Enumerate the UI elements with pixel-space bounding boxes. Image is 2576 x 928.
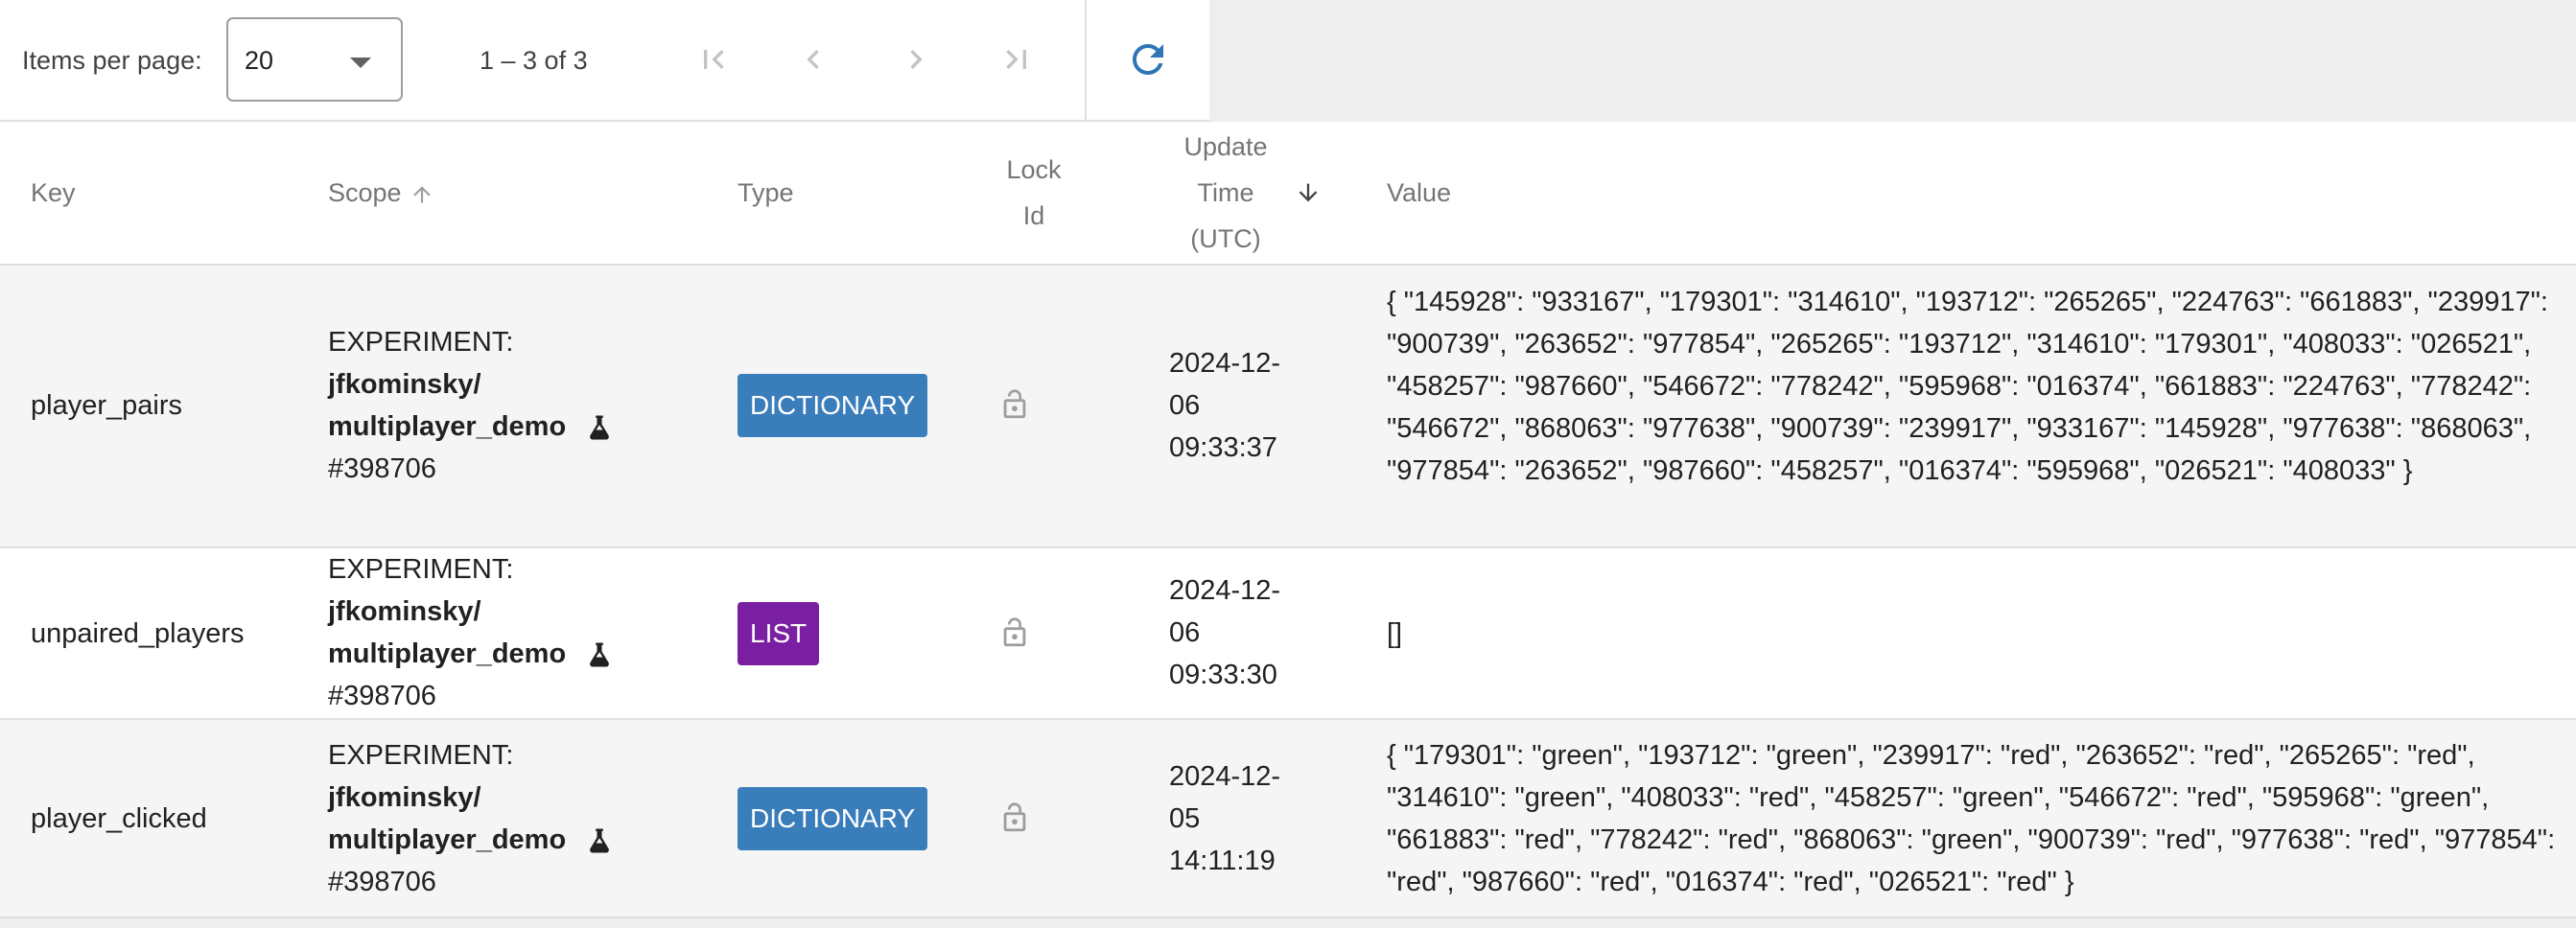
chevron-right-icon — [910, 50, 923, 69]
time-line3: 09:33:30 — [1169, 660, 1277, 690]
table-row[interactable]: unpaired_players EXPERIMENT: jfkominsky/… — [0, 548, 2576, 720]
header-update-time[interactable]: Update Time (UTC) — [1168, 124, 1283, 262]
refresh-icon — [1133, 44, 1163, 75]
time-line2: 06 — [1169, 617, 1201, 648]
lock-open-icon[interactable] — [998, 800, 1031, 835]
previous-page-button[interactable] — [783, 29, 844, 90]
row-key: unpaired_players — [31, 618, 245, 649]
time-line3: 14:11:19 — [1169, 846, 1276, 876]
row-value: [] — [1387, 618, 1403, 649]
flask-icon — [590, 642, 610, 667]
refresh-container — [1085, 0, 1209, 122]
table-row[interactable]: player_pairs EXPERIMENT: jfkominsky/ mul… — [0, 266, 2576, 548]
row-scope: EXPERIMENT: jfkominsky/ multiplayer_demo… — [328, 321, 614, 490]
row-update-time: 2024-12- 06 09:33:37 — [1169, 342, 1280, 469]
toolbar: Items per page: 20 1 – 3 of 3 — [0, 0, 2576, 122]
page-range-label: 1 – 3 of 3 — [480, 46, 588, 75]
header-value[interactable]: Value — [1387, 170, 1451, 216]
scope-name[interactable]: multiplayer_demo — [328, 411, 566, 442]
flask-icon — [590, 415, 610, 440]
header-scope-label: Scope — [328, 178, 402, 207]
header-update-line3: (UTC) — [1190, 224, 1261, 253]
header-scope[interactable]: Scope — [328, 170, 434, 216]
time-line1: 2024-12- — [1169, 761, 1281, 792]
header-lock-line2: Id — [1022, 201, 1045, 230]
last-page-button[interactable] — [986, 29, 1047, 90]
refresh-button[interactable] — [1115, 27, 1181, 92]
time-line1: 2024-12- — [1169, 575, 1281, 606]
row-update-time: 2024-12- 06 09:33:30 — [1169, 569, 1280, 696]
scope-prefix: EXPERIMENT: — [328, 740, 514, 771]
lock-open-icon[interactable] — [998, 615, 1031, 650]
next-page-button[interactable] — [885, 29, 947, 90]
flask-icon — [590, 828, 610, 853]
scope-name[interactable]: multiplayer_demo — [328, 638, 566, 669]
scope-id: #398706 — [328, 867, 436, 897]
header-type[interactable]: Type — [738, 170, 794, 216]
data-table: Key Scope Type Lock Id Update Time (UTC)… — [0, 122, 2576, 918]
arrow-up-icon — [412, 186, 431, 203]
last-page-icon — [1006, 50, 1026, 69]
arrow-down-icon[interactable] — [1295, 179, 1322, 206]
type-badge: DICTIONARY — [738, 787, 928, 850]
scope-owner[interactable]: jfkominsky/ — [328, 363, 614, 406]
time-line2: 06 — [1169, 390, 1201, 421]
scope-owner[interactable]: jfkominsky/ — [328, 777, 614, 819]
header-key[interactable]: Key — [31, 170, 76, 216]
caret-down-icon — [350, 58, 371, 68]
chevron-left-icon — [807, 50, 819, 69]
scope-name[interactable]: multiplayer_demo — [328, 824, 566, 855]
type-badge: LIST — [738, 602, 820, 665]
header-update-line1: Update — [1183, 132, 1268, 161]
header-lock-id[interactable]: Lock Id — [988, 147, 1080, 239]
items-per-page-value: 20 — [245, 46, 274, 75]
table-row[interactable]: player_clicked EXPERIMENT: jfkominsky/ m… — [0, 720, 2576, 918]
row-value: { "179301": "green", "193712": "green", … — [1387, 740, 2556, 897]
scope-prefix: EXPERIMENT: — [328, 327, 514, 358]
row-scope: EXPERIMENT: jfkominsky/ multiplayer_demo… — [328, 734, 614, 903]
type-badge: DICTIONARY — [738, 374, 928, 437]
header-update-line2: Time — [1197, 178, 1254, 207]
scope-id: #398706 — [328, 681, 436, 711]
scope-owner[interactable]: jfkominsky/ — [328, 591, 614, 633]
table-header: Key Scope Type Lock Id Update Time (UTC)… — [0, 122, 2576, 266]
time-line1: 2024-12- — [1169, 348, 1281, 379]
row-update-time: 2024-12- 05 14:11:19 — [1169, 755, 1280, 882]
first-page-icon — [704, 50, 724, 69]
row-key: player_pairs — [31, 390, 182, 421]
row-value: { "145928": "933167", "179301": "314610"… — [1387, 287, 2548, 486]
time-line2: 05 — [1169, 803, 1201, 834]
header-lock-line1: Lock — [1006, 155, 1062, 184]
items-per-page-select[interactable]: 20 — [226, 17, 403, 102]
scope-prefix: EXPERIMENT: — [328, 554, 514, 585]
first-page-button[interactable] — [683, 29, 744, 90]
time-line3: 09:33:37 — [1169, 432, 1277, 463]
lock-open-icon[interactable] — [998, 387, 1031, 422]
scope-id: #398706 — [328, 453, 436, 484]
row-key: player_clicked — [31, 803, 207, 834]
items-per-page-label: Items per page: — [22, 46, 202, 75]
row-scope: EXPERIMENT: jfkominsky/ multiplayer_demo… — [328, 548, 614, 717]
paginator: Items per page: 20 1 – 3 of 3 — [0, 0, 1085, 122]
